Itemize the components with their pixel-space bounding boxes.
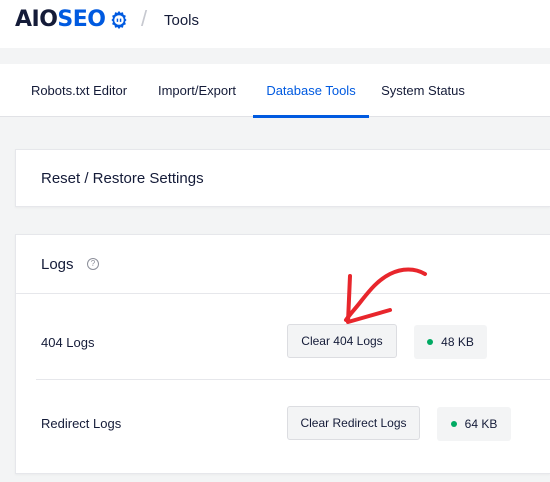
logo-aio-text: AIO bbox=[15, 7, 58, 32]
page-title: Tools bbox=[164, 12, 200, 29]
status-dot-icon bbox=[427, 339, 434, 345]
logs-title: Logs bbox=[41, 256, 74, 273]
reset-restore-title: Reset / Restore Settings bbox=[41, 170, 204, 187]
tab-database-tools[interactable]: Database Tools bbox=[253, 64, 369, 118]
top-header: AIO SEO / Tools bbox=[0, 0, 550, 48]
logs-card-header: Logs ? bbox=[16, 235, 550, 294]
help-icon[interactable]: ? bbox=[87, 258, 99, 270]
tab-import-export[interactable]: Import/Export bbox=[150, 64, 244, 117]
row-divider bbox=[36, 379, 550, 380]
logo-seo-text: SEO bbox=[57, 7, 106, 32]
breadcrumb-separator: / bbox=[141, 6, 148, 31]
404-logs-size: 48 KB bbox=[441, 335, 474, 349]
annotation-arrow bbox=[344, 267, 427, 324]
tab-robots-txt-editor[interactable]: Robots.txt Editor bbox=[24, 64, 134, 117]
redirect-logs-label: Redirect Logs bbox=[41, 416, 122, 431]
clear-redirect-logs-button[interactable]: Clear Redirect Logs bbox=[287, 406, 420, 440]
redirect-logs-size: 64 KB bbox=[464, 417, 498, 431]
status-dot-icon bbox=[450, 421, 457, 427]
tab-system-status[interactable]: System Status bbox=[377, 64, 469, 117]
gear-icon bbox=[110, 10, 127, 29]
reset-restore-card[interactable]: Reset / Restore Settings bbox=[15, 149, 550, 207]
aioseo-logo[interactable]: AIO SEO bbox=[15, 7, 130, 32]
tools-tab-bar: Robots.txt Editor Import/Export Database… bbox=[0, 64, 550, 118]
redirect-logs-size-badge: 64 KB bbox=[437, 407, 511, 441]
404-logs-label: 404 Logs bbox=[41, 335, 95, 350]
logs-card: Logs ? 404 Logs Clear 404 Logs 48 KB Red… bbox=[15, 234, 550, 474]
